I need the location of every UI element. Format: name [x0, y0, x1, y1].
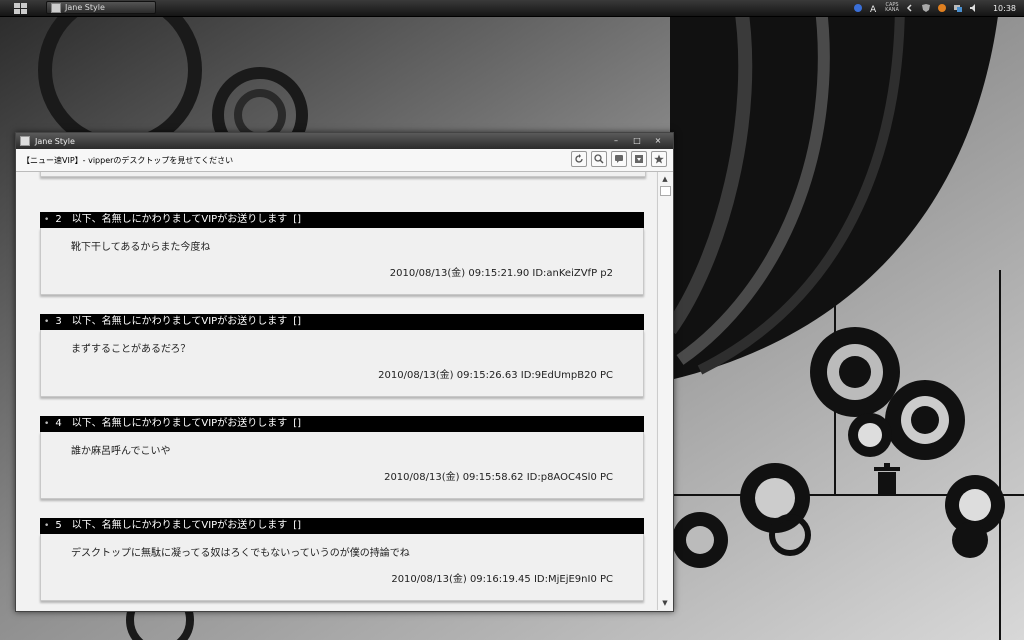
post-body: 誰か麻呂呼んでこいや 2010/08/13(金) 09:15:58.62 ID:… — [40, 432, 644, 499]
taskbar-item-jane-style[interactable]: Jane Style — [46, 1, 156, 14]
bullet: • — [44, 419, 50, 429]
post-name: 以下、名無しにかわりましてVIPがお送りします — [71, 520, 288, 531]
speech-bubble-icon — [615, 155, 623, 163]
thread-title: 【ニュー速VIP】- vipperのデスクトップを見せてください — [22, 155, 234, 165]
post-id[interactable]: ID:anKeiZVfP p2 — [532, 268, 613, 279]
download-icon — [635, 155, 643, 163]
system-tray: A CAPS KANA 10:38 — [853, 0, 1024, 16]
post-meta: 2010/08/13(金) 09:15:58.62 ID:p8AOC4Sl0 P… — [384, 468, 613, 483]
post-message: 靴下干してあるからまた今度ね — [71, 242, 211, 253]
window-title: Jane Style — [35, 136, 75, 146]
post-mail: [] — [293, 520, 302, 531]
post-mail: [] — [293, 214, 302, 225]
network-icon[interactable] — [953, 3, 963, 13]
post-meta: 2010/08/13(金) 09:15:21.90 ID:anKeiZVfP p… — [390, 264, 613, 279]
post: • 2 以下、名無しにかわりましてVIPがお送りします [] 靴下干してあるから… — [40, 212, 644, 295]
start-button[interactable] — [12, 1, 30, 15]
post-header[interactable]: • 4 以下、名無しにかわりましてVIPがお送りします [] — [40, 416, 644, 432]
minimize-button[interactable]: – — [607, 135, 625, 146]
post-meta: 2010/08/13(金) 09:16:19.45 ID:MjEjE9nI0 P… — [391, 570, 613, 585]
post-name: 以下、名無しにかわりましてVIPがお送りします — [71, 316, 288, 327]
post-name: 以下、名無しにかわりましてVIPがお送りします — [71, 214, 288, 225]
post-datetime: 2010/08/13(金) 09:15:58.62 — [384, 472, 524, 483]
post-id[interactable]: ID:MjEjE9nI0 PC — [534, 574, 613, 585]
post-message: まずすることがあるだろ？ — [71, 344, 191, 355]
jane-style-window: Jane Style – □ × 【ニュー速VIP】- vipperのデスクトッ… — [15, 132, 674, 612]
post: • 4 以下、名無しにかわりましてVIPがお送りします [] 誰か麻呂呼んでこい… — [40, 416, 644, 499]
post-header[interactable]: • 2 以下、名無しにかわりましてVIPがお送りします [] — [40, 212, 644, 228]
app-icon — [51, 2, 61, 13]
close-button[interactable]: × — [649, 135, 667, 146]
thread-toolbar: 【ニュー速VIP】- vipperのデスクトップを見せてください — [16, 149, 673, 172]
chevron-left-icon[interactable] — [905, 3, 915, 13]
post-meta: 2010/08/13(金) 09:15:26.63 ID:9EdUmpB20 P… — [378, 366, 613, 381]
post-message: 誰か麻呂呼んでこいや — [71, 446, 171, 457]
favorite-button[interactable] — [651, 151, 667, 167]
post-mail: [] — [293, 418, 302, 429]
update-icon[interactable] — [937, 3, 947, 13]
clock[interactable]: 10:38 — [993, 4, 1016, 13]
thread-view[interactable]: • 2 以下、名無しにかわりましてVIPがお送りします [] 靴下干してあるから… — [16, 172, 656, 610]
ime-icon[interactable]: A — [869, 3, 879, 13]
post-name: 以下、名無しにかわりましてVIPがお送りします — [71, 418, 288, 429]
bullet: • — [44, 215, 50, 225]
post-datetime: 2010/08/13(金) 09:16:19.45 — [391, 574, 531, 585]
post-number[interactable]: 3 — [55, 314, 61, 330]
bullet: • — [44, 317, 50, 327]
bullet: • — [44, 521, 50, 531]
security-icon[interactable] — [921, 3, 931, 13]
taskbar: Jane Style A CAPS KANA 10:38 — [0, 0, 1024, 17]
language-bar-icon[interactable] — [853, 3, 863, 13]
search-icon — [594, 154, 604, 164]
star-icon — [654, 154, 664, 164]
write-reply-button[interactable] — [611, 151, 627, 167]
post-number[interactable]: 4 — [55, 416, 61, 432]
previous-post-partial — [40, 172, 646, 177]
post: • 5 以下、名無しにかわりましてVIPがお送りします [] デスクトップに無駄… — [40, 518, 644, 601]
caps-kana-indicator: CAPS KANA — [885, 2, 899, 13]
post-body: デスクトップに無駄に凝ってる奴はろくでもないっていうのが僕の持論でね 2010/… — [40, 534, 644, 601]
scroll-up-arrow-icon[interactable]: ▲ — [660, 174, 670, 184]
post-id[interactable]: ID:9EdUmpB20 PC — [521, 370, 613, 381]
post: • 3 以下、名無しにかわりましてVIPがお送りします [] まずすることがある… — [40, 314, 644, 397]
search-button[interactable] — [591, 151, 607, 167]
svg-text:A: A — [870, 5, 877, 13]
scroll-thumb[interactable] — [660, 186, 671, 196]
post-number[interactable]: 5 — [55, 518, 61, 534]
scroll-down-arrow-icon[interactable]: ▼ — [660, 598, 670, 608]
post-mail: [] — [293, 316, 302, 327]
bookmark-button[interactable] — [631, 151, 647, 167]
app-icon — [20, 136, 30, 146]
vertical-scrollbar[interactable]: ▲ ▼ — [657, 172, 673, 610]
post-body: 靴下干してあるからまた今度ね 2010/08/13(金) 09:15:21.90… — [40, 228, 644, 295]
post-header[interactable]: • 5 以下、名無しにかわりましてVIPがお送りします [] — [40, 518, 644, 534]
post-body: まずすることがあるだろ？ 2010/08/13(金) 09:15:26.63 I… — [40, 330, 644, 397]
post-message: デスクトップに無駄に凝ってる奴はろくでもないっていうのが僕の持論でね — [71, 548, 410, 559]
reload-button[interactable] — [571, 151, 587, 167]
maximize-button[interactable]: □ — [628, 135, 646, 146]
post-header[interactable]: • 3 以下、名無しにかわりましてVIPがお送りします [] — [40, 314, 644, 330]
post-id[interactable]: ID:p8AOC4Sl0 PC — [527, 472, 613, 483]
post-number[interactable]: 2 — [55, 212, 61, 228]
taskbar-item-label: Jane Style — [65, 3, 105, 12]
reload-icon — [575, 154, 583, 163]
volume-icon[interactable] — [969, 3, 979, 13]
window-titlebar[interactable]: Jane Style – □ × — [16, 133, 673, 149]
post-datetime: 2010/08/13(金) 09:15:21.90 — [389, 268, 530, 279]
post-datetime: 2010/08/13(金) 09:15:26.63 — [378, 370, 518, 381]
